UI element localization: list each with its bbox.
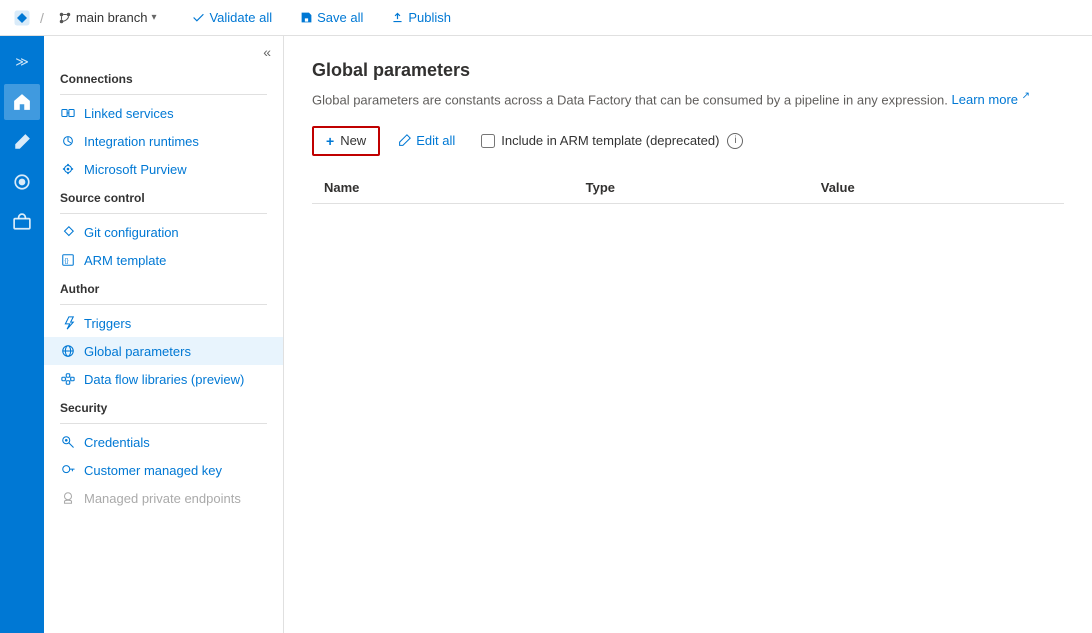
sidebar-item-global-parameters[interactable]: Global parameters <box>44 337 283 365</box>
icon-bar-author[interactable] <box>4 124 40 160</box>
sidebar-collapse[interactable]: « <box>44 36 283 64</box>
sidebar-item-triggers[interactable]: Triggers <box>44 309 283 337</box>
home-icon <box>13 93 31 111</box>
key-icon <box>60 462 76 478</box>
icon-bar-monitor[interactable] <box>4 164 40 200</box>
icon-bar-expand[interactable]: ≫ <box>4 44 40 80</box>
sidebar-item-linked-services[interactable]: Linked services <box>44 99 283 127</box>
managed-private-endpoints-label: Managed private endpoints <box>84 491 241 506</box>
arm-template-label: ARM template <box>84 253 166 268</box>
learn-more-link[interactable]: Learn more ↗ <box>952 92 1031 107</box>
validate-icon <box>192 11 205 24</box>
sidebar-divider-connections <box>60 94 267 95</box>
page-title: Global parameters <box>312 60 1064 81</box>
data-flow-libraries-label: Data flow libraries (preview) <box>84 372 244 387</box>
arm-template-checkbox[interactable] <box>481 134 495 148</box>
pencil-icon <box>13 133 31 151</box>
credentials-icon <box>60 434 76 450</box>
svg-text:{}: {} <box>65 258 69 265</box>
new-button[interactable]: + New <box>312 126 380 156</box>
integration-runtimes-icon <box>60 133 76 149</box>
linked-services-label: Linked services <box>84 106 174 121</box>
sidebar-item-integration-runtimes[interactable]: Integration runtimes <box>44 127 283 155</box>
microsoft-purview-label: Microsoft Purview <box>84 162 187 177</box>
sidebar-divider-author <box>60 304 267 305</box>
monitor-icon <box>13 173 31 191</box>
page-description: Global parameters are constants across a… <box>312 89 1064 110</box>
branch-label: main branch <box>76 10 148 25</box>
sidebar-section-security: Security <box>44 393 283 419</box>
breadcrumb-separator: / <box>40 10 44 26</box>
column-value: Value <box>809 172 1064 204</box>
topbar-actions: Validate all Save all Publish <box>186 8 457 27</box>
adf-logo-icon <box>12 8 32 28</box>
sidebar-item-managed-private-endpoints: Managed private endpoints <box>44 484 283 512</box>
topbar: / main branch ▾ Validate all Save all <box>0 0 1092 36</box>
customer-managed-key-label: Customer managed key <box>84 463 222 478</box>
private-endpoint-icon <box>60 490 76 506</box>
publish-button[interactable]: Publish <box>385 8 457 27</box>
external-link-icon: ↗ <box>1022 91 1030 102</box>
main-layout: ≫ « Connection <box>0 36 1092 633</box>
sidebar-item-customer-managed-key[interactable]: Customer managed key <box>44 456 283 484</box>
arm-checkbox-group: Include in ARM template (deprecated) i <box>481 133 743 149</box>
sidebar-section-author: Author <box>44 274 283 300</box>
global-parameters-icon <box>60 343 76 359</box>
branch-selector[interactable]: main branch ▾ <box>52 8 163 27</box>
column-name: Name <box>312 172 574 204</box>
sidebar-item-data-flow-libraries[interactable]: Data flow libraries (preview) <box>44 365 283 393</box>
icon-bar-manage[interactable] <box>4 204 40 240</box>
main-content: Global parameters Global parameters are … <box>284 36 1092 633</box>
column-type: Type <box>574 172 809 204</box>
sidebar-section-connections: Connections <box>44 64 283 90</box>
linked-services-icon <box>60 105 76 121</box>
edit-all-button[interactable]: Edit all <box>388 128 465 153</box>
publish-icon <box>391 11 404 24</box>
collapse-btn[interactable]: « <box>259 42 275 62</box>
briefcase-icon <box>13 213 31 231</box>
plus-icon: + <box>326 133 334 149</box>
icon-bar-home[interactable] <box>4 84 40 120</box>
brand-logo <box>12 8 32 28</box>
credentials-label: Credentials <box>84 435 150 450</box>
sidebar-item-credentials[interactable]: Credentials <box>44 428 283 456</box>
git-icon <box>60 224 76 240</box>
save-all-button[interactable]: Save all <box>294 8 369 27</box>
global-parameters-label: Global parameters <box>84 344 191 359</box>
purview-icon <box>60 161 76 177</box>
info-icon[interactable]: i <box>727 133 743 149</box>
save-icon <box>300 11 313 24</box>
content-toolbar: + New Edit all Include in ARM template (… <box>312 126 1064 156</box>
sidebar-divider-source <box>60 213 267 214</box>
icon-bar: ≫ <box>0 36 44 633</box>
branch-chevron-icon: ▾ <box>151 12 156 23</box>
sidebar-item-arm-template[interactable]: {} ARM template <box>44 246 283 274</box>
validate-all-button[interactable]: Validate all <box>186 8 278 27</box>
sidebar: « Connections Linked services Inte <box>44 36 284 633</box>
arm-checkbox-label[interactable]: Include in ARM template (deprecated) <box>501 133 719 148</box>
sidebar-section-source-control: Source control <box>44 183 283 209</box>
branch-icon <box>58 11 72 25</box>
parameters-table: Name Type Value <box>312 172 1064 204</box>
sidebar-divider-security <box>60 423 267 424</box>
sidebar-item-microsoft-purview[interactable]: Microsoft Purview <box>44 155 283 183</box>
edit-icon <box>398 134 411 147</box>
sidebar-item-git-configuration[interactable]: Git configuration <box>44 218 283 246</box>
dataflow-icon <box>60 371 76 387</box>
git-configuration-label: Git configuration <box>84 225 179 240</box>
arm-icon: {} <box>60 252 76 268</box>
triggers-label: Triggers <box>84 316 131 331</box>
integration-runtimes-label: Integration runtimes <box>84 134 199 149</box>
trigger-icon <box>60 315 76 331</box>
table-header: Name Type Value <box>312 172 1064 204</box>
